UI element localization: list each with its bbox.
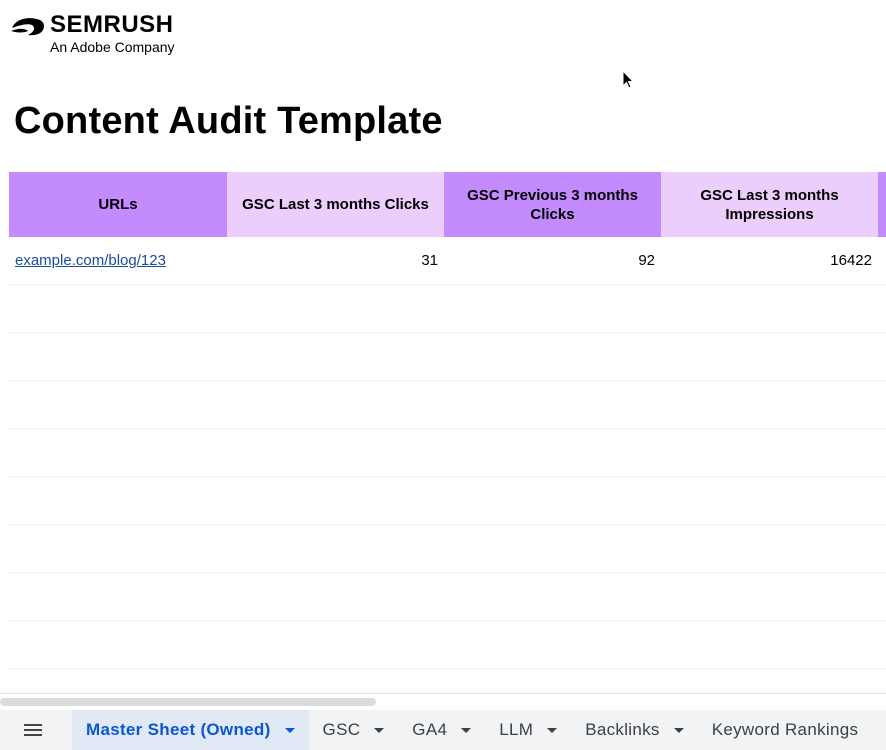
empty-row bbox=[9, 428, 886, 477]
content-audit-table: URLs GSC Last 3 months Clicks GSC Previo… bbox=[9, 172, 886, 669]
hamburger-menu-icon bbox=[24, 724, 42, 736]
tab-label: GSC bbox=[322, 720, 361, 739]
logo-brand-text: SEMRUSH bbox=[50, 11, 174, 38]
tab-label: Master Sheet (Owned) bbox=[86, 720, 271, 739]
horizontal-scrollbar[interactable] bbox=[0, 693, 886, 710]
caret-down-icon[interactable] bbox=[547, 727, 558, 733]
caret-down-icon[interactable] bbox=[284, 727, 295, 733]
table-row: example.com/blog/123 31 92 16422 bbox=[9, 237, 886, 285]
page-title: Content Audit Template bbox=[14, 100, 443, 142]
tab-gsc[interactable]: GSC bbox=[309, 710, 399, 750]
empty-row bbox=[9, 572, 886, 621]
empty-row bbox=[9, 284, 886, 333]
last-impressions-cell[interactable]: 16422 bbox=[661, 237, 878, 285]
tab-llm[interactable]: LLM bbox=[485, 710, 571, 750]
header-urls[interactable]: URLs bbox=[9, 172, 227, 237]
tab-label: Keyword Rankings bbox=[711, 720, 859, 739]
spreadsheet-window: SEMRUSH An Adobe Company Content Audit T… bbox=[0, 0, 886, 750]
empty-row bbox=[9, 332, 886, 381]
scrollbar-thumb[interactable] bbox=[0, 698, 376, 706]
header-gsc-previous-clicks[interactable]: GSC Previous 3 months Clicks bbox=[444, 172, 661, 237]
sheet-tab-bar: Master Sheet (Owned) GSC GA4 LLM Backlin… bbox=[0, 710, 886, 750]
empty-row bbox=[9, 524, 886, 573]
caret-down-icon[interactable] bbox=[673, 727, 684, 733]
last-clicks-cell[interactable]: 31 bbox=[227, 237, 444, 285]
caret-down-icon[interactable] bbox=[461, 727, 472, 733]
mouse-pointer-icon bbox=[622, 70, 634, 89]
tab-ga4[interactable]: GA4 bbox=[398, 710, 485, 750]
tab-backlinks[interactable]: Backlinks bbox=[571, 710, 698, 750]
all-sheets-menu-button[interactable] bbox=[0, 710, 66, 750]
tab-label: Backlinks bbox=[585, 720, 660, 739]
tab-keyword-rankings[interactable]: Keyword Rankings bbox=[698, 710, 873, 750]
url-link[interactable]: example.com/blog/123 bbox=[15, 252, 166, 269]
header-next-column[interactable] bbox=[878, 172, 886, 237]
header-gsc-last-impressions[interactable]: GSC Last 3 months Impressions bbox=[661, 172, 878, 237]
previous-clicks-cell[interactable]: 92 bbox=[444, 237, 661, 285]
empty-row bbox=[9, 620, 886, 669]
header-gsc-last-clicks[interactable]: GSC Last 3 months Clicks bbox=[227, 172, 444, 237]
caret-down-icon[interactable] bbox=[374, 727, 385, 733]
url-cell[interactable]: example.com/blog/123 bbox=[9, 237, 227, 285]
sheet-grid[interactable]: URLs GSC Last 3 months Clicks GSC Previo… bbox=[9, 172, 886, 692]
tab-label: LLM bbox=[499, 720, 534, 739]
tab-master-sheet[interactable]: Master Sheet (Owned) bbox=[72, 710, 309, 750]
tab-label: GA4 bbox=[412, 720, 448, 739]
semrush-logo: SEMRUSH An Adobe Company bbox=[10, 12, 175, 55]
empty-row bbox=[9, 476, 886, 525]
logo-subtitle: An Adobe Company bbox=[50, 39, 175, 55]
semrush-flame-icon bbox=[11, 18, 44, 36]
empty-cell[interactable] bbox=[878, 237, 886, 285]
empty-row bbox=[9, 380, 886, 429]
header-row: URLs GSC Last 3 months Clicks GSC Previo… bbox=[9, 172, 886, 237]
